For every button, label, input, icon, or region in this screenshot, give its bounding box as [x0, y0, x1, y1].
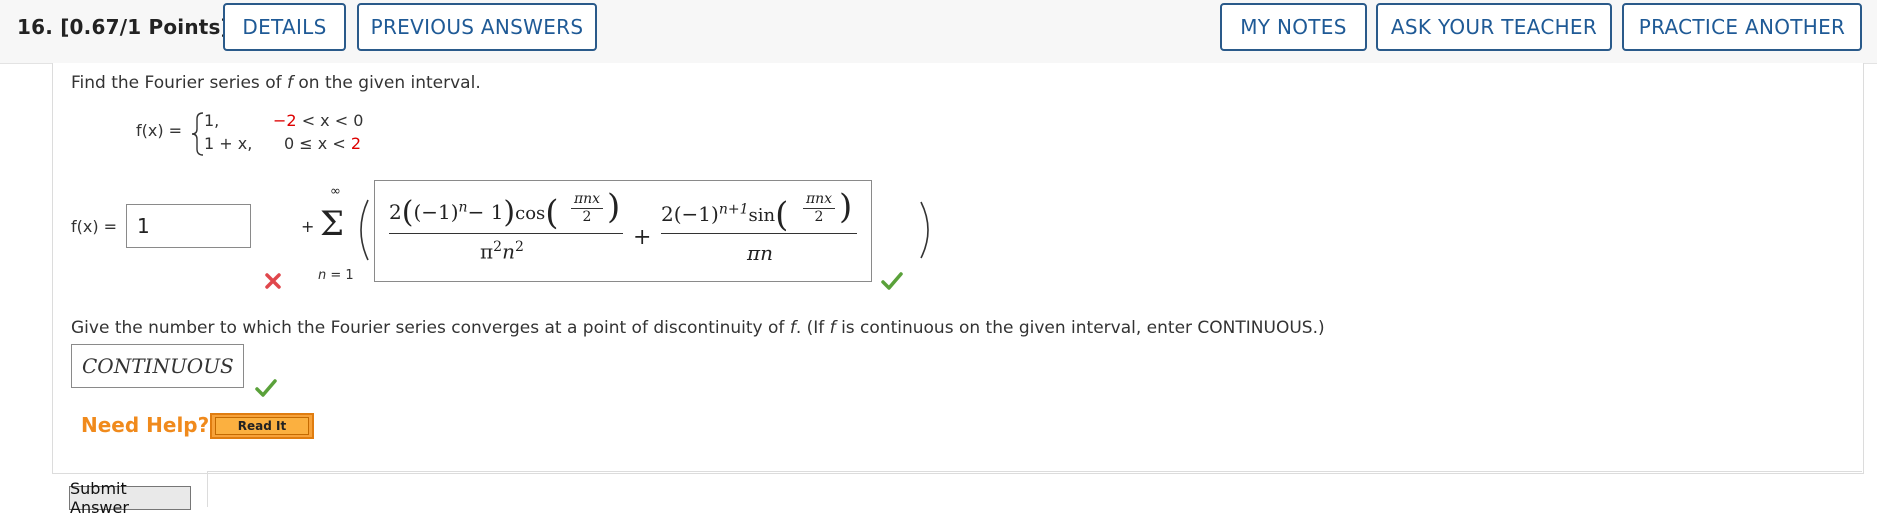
incorrect-x-icon [265, 273, 281, 289]
convergence-value-input[interactable]: CONTINUOUS [71, 344, 244, 388]
fraction2-denominator: πn [747, 241, 774, 265]
question-number: 16. [17, 15, 54, 39]
left-brace-icon [191, 112, 204, 156]
fraction1-denominator: π2n2 [480, 239, 524, 264]
fraction2-bar [661, 233, 857, 234]
previous-answers-button[interactable]: PREVIOUS ANSWERS [357, 3, 597, 51]
read-it-button[interactable]: Read It [210, 413, 314, 439]
piece1-value: 1, [204, 111, 220, 130]
plus-sign: + [301, 217, 315, 236]
sum-upper-limit: ∞ [330, 184, 341, 199]
question-title: 16. [0.67/1 Points] [17, 15, 230, 39]
submit-answer-button[interactable]: Submit Answer [69, 479, 191, 517]
discontinuity-prompt: Give the number to which the Fourier ser… [71, 318, 1325, 338]
sin-argument: πnx 2 [803, 191, 835, 225]
my-notes-button[interactable]: MY NOTES [1220, 3, 1367, 51]
fourier-terms-input[interactable]: 2((−1)n− 1)cos( πnx 2 ) π2n2 + 2(−1)n+1s… [374, 180, 872, 282]
sum-lower-limit: n = 1 [318, 268, 354, 283]
correct-check-icon [255, 379, 277, 397]
piece1-condition: −2 < x < 0 [273, 111, 364, 130]
cos-argument: πnx 2 [571, 191, 603, 225]
question-header: 16. [0.67/1 Points] DETAILS PREVIOUS ANS… [0, 0, 1877, 64]
fraction2-numerator: 2(−1)n+1sin( [661, 195, 789, 235]
constant-term-input[interactable]: 1 [126, 204, 251, 248]
answer-fx-label: f(x) = [71, 217, 118, 236]
question-points: [0.67/1 Points] [60, 15, 230, 39]
fx-label: f(x) = [136, 121, 183, 140]
need-help-label: Need Help? [81, 413, 210, 437]
left-paren-icon [360, 199, 369, 261]
fraction1-numerator: 2((−1)n− 1)cos( [389, 193, 559, 233]
footer-divider [207, 471, 1862, 472]
practice-another-button[interactable]: PRACTICE ANOTHER [1622, 3, 1862, 51]
piece2-condition: 0 ≤ x < 2 [284, 134, 361, 153]
details-button[interactable]: DETAILS [223, 3, 346, 51]
right-paren-icon [920, 201, 929, 259]
formula-plus: + [633, 225, 652, 250]
piece2-value: 1 + x, [204, 134, 253, 153]
piecewise-function: f(x) = 1, 1 + x, −2 < x < 0 0 ≤ x < 2 [136, 111, 396, 157]
ask-your-teacher-button[interactable]: ASK YOUR TEACHER [1376, 3, 1612, 51]
footer-divider-vertical [207, 471, 208, 507]
fraction1-bar [389, 233, 623, 234]
problem-prompt: Find the Fourier series of f on the give… [71, 73, 481, 93]
summation-sign: Σ [320, 204, 345, 244]
correct-check-icon [881, 272, 903, 290]
